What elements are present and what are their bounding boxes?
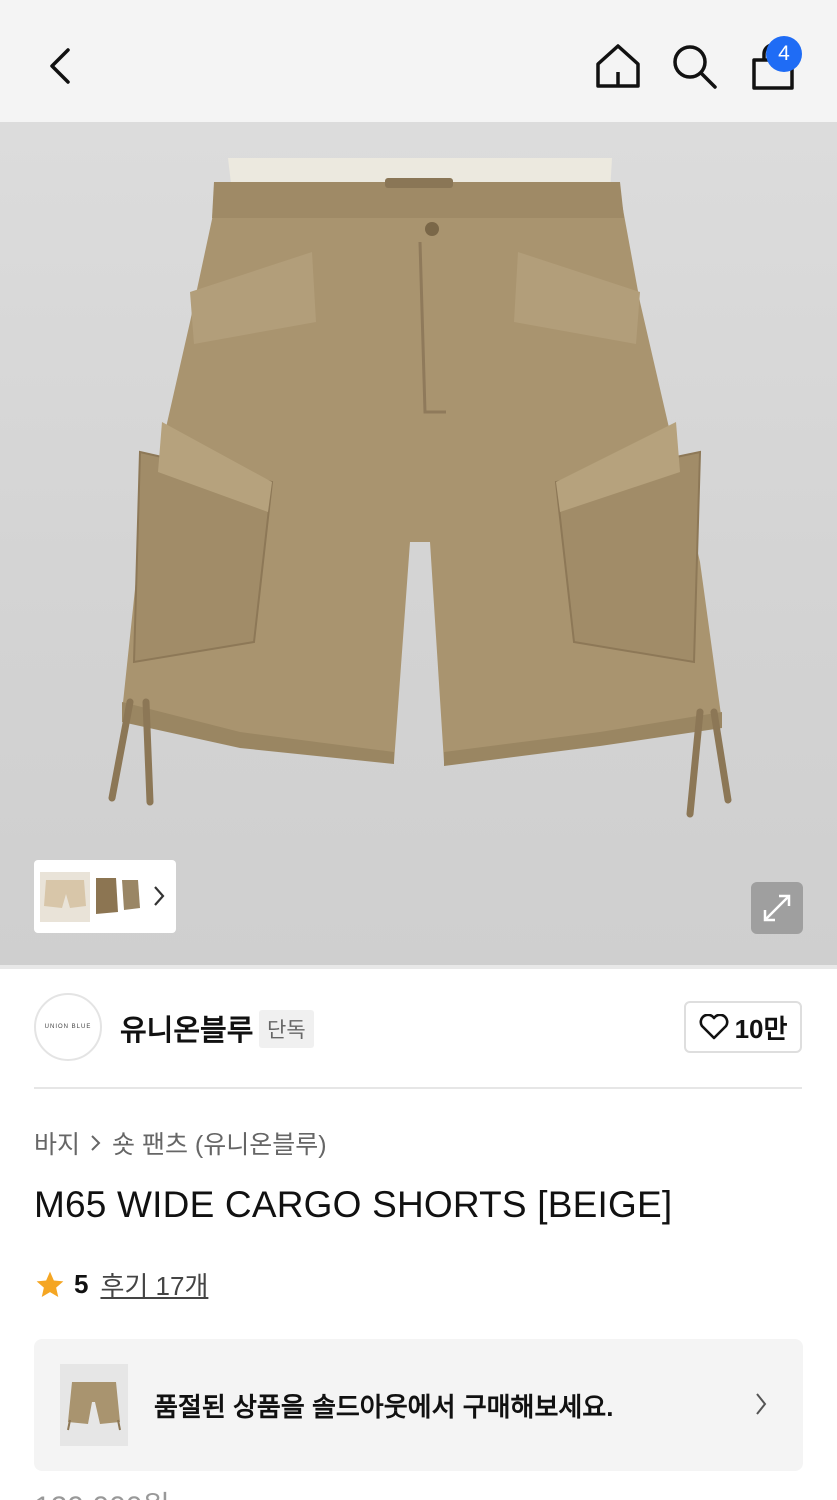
thumbnail-images <box>40 871 140 922</box>
rating-row: 5 후기 17개 <box>34 1266 208 1303</box>
breadcrumb-category[interactable]: 바지 <box>34 1125 80 1161</box>
product-image <box>108 158 732 818</box>
expand-icon <box>763 894 791 922</box>
product-title: M65 WIDE CARGO SHORTS [BEIGE] <box>34 1184 673 1225</box>
chevron-right-icon <box>756 1393 767 1415</box>
breadcrumb: 바지 숏 팬츠 (유니온블루) <box>34 1125 327 1161</box>
brand-name[interactable]: 유니온블루 <box>120 1007 253 1049</box>
soldout-banner-text: 품절된 상품을 솔드아웃에서 구매해보세요. <box>154 1392 614 1422</box>
exclusive-badge: 단독 <box>259 1010 314 1048</box>
thumbnail-strip[interactable] <box>34 860 176 933</box>
brand-row: UNION BLUE 유니온블루 단독 10만 <box>34 993 804 1063</box>
product-image-gallery[interactable] <box>0 122 837 965</box>
like-button[interactable]: 10만 <box>684 1001 802 1053</box>
chevron-right-icon <box>154 886 165 906</box>
brand-logo[interactable]: UNION BLUE <box>34 993 102 1061</box>
heart-icon <box>699 1014 729 1040</box>
home-icon[interactable] <box>594 42 642 90</box>
star-icon <box>36 1271 64 1297</box>
breadcrumb-subcategory[interactable]: 숏 팬츠 (유니온블루) <box>112 1125 327 1161</box>
shorts-thumbnail-image <box>67 1382 121 1431</box>
banner-product-thumbnail <box>60 1364 128 1446</box>
rating-score: 5 <box>74 1269 89 1299</box>
top-navigation-bar: 4 <box>0 0 837 122</box>
brand-logo-text: UNION BLUE <box>44 1024 92 1030</box>
expand-image-button[interactable] <box>751 882 803 934</box>
cart-count-badge: 4 <box>766 36 802 72</box>
original-price: 129,000원 <box>34 1482 170 1500</box>
back-arrow-icon[interactable] <box>40 44 84 88</box>
reviews-link[interactable]: 후기 17개 <box>100 1266 208 1303</box>
search-icon[interactable] <box>670 42 718 90</box>
chevron-right-icon <box>91 1135 101 1151</box>
soldout-banner[interactable]: 품절된 상품을 솔드아웃에서 구매해보세요. <box>34 1339 803 1471</box>
section-divider <box>0 965 837 969</box>
divider-line <box>34 1087 802 1089</box>
like-count: 10만 <box>734 1013 788 1044</box>
